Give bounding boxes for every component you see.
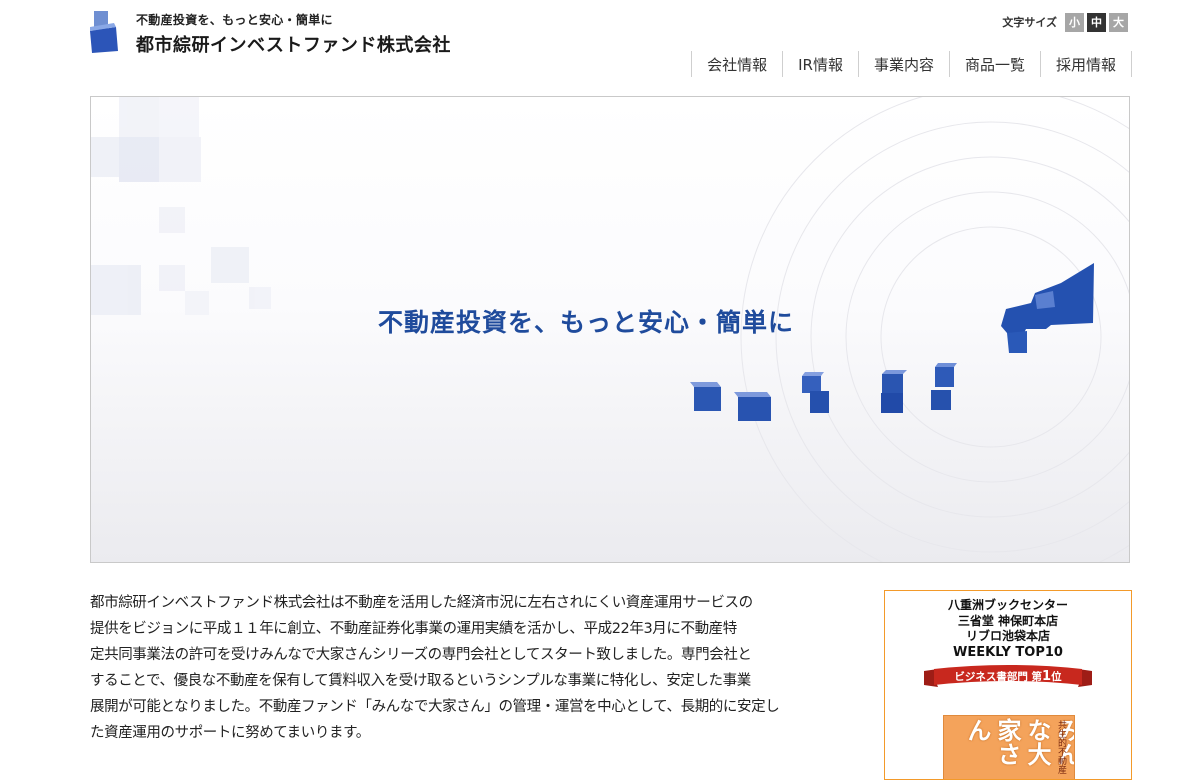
logo-mark-icon bbox=[90, 11, 118, 53]
cubes-decoration bbox=[690, 363, 957, 421]
logo-tagline: 不動産投資を、もっと安心・簡単に bbox=[136, 13, 333, 27]
ranking-stores: 八重洲ブックセンター 三省堂 神保町本店 リブロ池袋本店 bbox=[885, 598, 1131, 645]
hero-slogan: 不動産投資を、もっと安心・簡単に bbox=[378, 308, 795, 337]
company-name: 都市綜研インベストファンド株式会社 bbox=[136, 35, 451, 56]
intro-line: 展開が可能となりました。不動産ファンド「みんなで大家さん」の管理・運営を中心とし… bbox=[90, 699, 780, 715]
store-name: リブロ池袋本店 bbox=[965, 629, 1050, 643]
nav-products[interactable]: 商品一覧 bbox=[950, 51, 1041, 77]
ribbon-rank: 1 bbox=[1042, 668, 1052, 684]
store-name: 三省堂 神保町本店 bbox=[957, 613, 1059, 628]
font-size-medium-button[interactable]: 中 bbox=[1087, 12, 1106, 32]
company-logo[interactable]: 不動産投資を、もっと安心・簡単に 都市綜研インベストファンド株式会社 bbox=[90, 11, 490, 56]
ribbon-rank-suffix: 位 bbox=[1051, 670, 1062, 683]
font-size-small-button[interactable]: 小 bbox=[1065, 12, 1084, 32]
intro-line: 都市綜研インベストファンド株式会社は不動産を活用した経済市況に左右されにくい資産… bbox=[90, 595, 753, 611]
hand-icon bbox=[1001, 263, 1094, 353]
intro-line: 提供をビジョンに平成１１年に創立、不動産証券化事業の運用実績を活かし、平成22年… bbox=[90, 621, 737, 637]
company-intro: 都市綜研インベストファンド株式会社は不動産を活用した経済市況に左右されにくい資産… bbox=[90, 590, 830, 746]
hero-banner: 不動産投資を、もっと安心・簡単に bbox=[90, 96, 1130, 563]
rank-ribbon: ビジネス書部門 第1位 bbox=[924, 664, 1092, 689]
nav-business[interactable]: 事業内容 bbox=[859, 51, 950, 77]
font-size-large-button[interactable]: 大 bbox=[1109, 12, 1128, 32]
intro-line: することで、優良な不動産を保有して賃料収入を受け取るというシンプルな事業に特化し… bbox=[90, 673, 751, 689]
intro-line: た資産運用のサポートに努めてまいります。 bbox=[90, 725, 370, 741]
nav-company-info[interactable]: 会社情報 bbox=[692, 51, 784, 77]
pale-squares-decoration bbox=[91, 97, 271, 315]
weekly-top10-label: WEEKLY TOP10 bbox=[953, 644, 1063, 660]
circles-decoration bbox=[740, 97, 1129, 562]
font-size-switcher: 文字サイズ 小 中 大 bbox=[1002, 12, 1128, 32]
nav-ir-info[interactable]: IR情報 bbox=[783, 51, 859, 77]
book-cover[interactable]: みんな大家さん 共生的不動産 bbox=[943, 715, 1075, 779]
ranking-banner[interactable]: 八重洲ブックセンター 三省堂 神保町本店 リブロ池袋本店 WEEKLY TOP1… bbox=[884, 590, 1132, 780]
intro-line: 定共同事業法の許可を受けみんなで大家さんシリーズの専門会社としてスタート致しまし… bbox=[90, 647, 752, 663]
ribbon-category: ビジネス書部門 bbox=[954, 670, 1028, 683]
global-nav: 会社情報 IR情報 事業内容 商品一覧 採用情報 bbox=[691, 51, 1132, 77]
ribbon-text: ビジネス書部門 第1位 bbox=[924, 669, 1092, 684]
nav-recruit[interactable]: 採用情報 bbox=[1041, 51, 1132, 77]
ribbon-rank-prefix: 第 bbox=[1031, 670, 1043, 683]
font-size-label: 文字サイズ bbox=[1002, 16, 1057, 29]
store-name: 八重洲ブックセンター bbox=[947, 598, 1068, 612]
